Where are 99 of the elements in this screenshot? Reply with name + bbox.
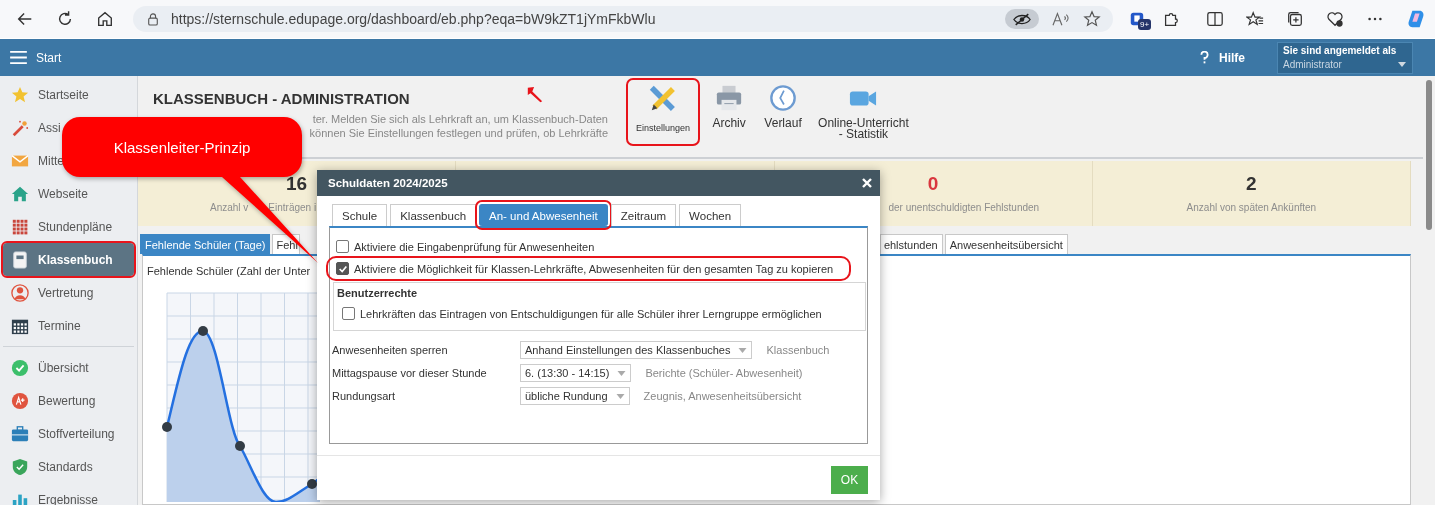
stat-label: Anzahl v	[210, 202, 249, 213]
sidebar-item[interactable]: Klassenbuch	[3, 243, 134, 276]
house-icon	[11, 184, 29, 203]
menu-icon	[10, 51, 27, 64]
notification-badge: 9+	[1138, 19, 1152, 30]
setting-label: Rundungsart	[331, 390, 396, 402]
copilot-icon[interactable]	[1406, 9, 1426, 29]
tab[interactable]: Wochen	[679, 204, 742, 226]
page-title: KLASSENBUCH - ADMINISTRATION	[153, 90, 410, 107]
grid-icon	[11, 217, 29, 236]
sidebar-item[interactable]: Vertretung	[3, 276, 97, 309]
account-dropdown[interactable]: Sie sind angemeldet als Administrator	[1277, 41, 1413, 74]
stat-label: der unentschuldigten Fehlstunden	[888, 202, 1040, 213]
close-icon[interactable]	[862, 178, 872, 188]
dropdown[interactable]: 6. (13:30 - 14:15)	[520, 364, 632, 382]
setting-label: Mittagspause vor dieser Stunde	[331, 367, 488, 379]
stat-label: Anzahl von späten Ankünften	[1186, 202, 1317, 213]
checkbox[interactable]	[336, 240, 349, 253]
toolbar-button[interactable]: Verlauf	[760, 80, 807, 133]
sidebar-item[interactable]: Stoffverteilung	[3, 417, 118, 450]
tab[interactable]: Schule	[332, 204, 388, 226]
data-point	[198, 326, 208, 336]
wand-icon	[11, 118, 29, 137]
account-name: Administrator	[1283, 58, 1342, 70]
option-label: Lehrkräften das Eintragen von Entschuldigungen für alle Schüler ihrer Lerngruppe ermöglichen	[360, 307, 822, 320]
tab[interactable]: Zeitraum	[610, 204, 677, 226]
sidebar-item[interactable]: Bewertung	[3, 384, 99, 417]
checkbox[interactable]	[336, 262, 349, 275]
sidebar-item[interactable]: Standards	[3, 450, 96, 483]
tab[interactable]: ehlstunden	[879, 234, 943, 254]
data-point	[235, 441, 245, 451]
lock-icon	[147, 12, 159, 26]
description-text: ter. Melden Sie sich als Lehrkraft an, um Klassenbuch-Daten	[312, 112, 608, 126]
stat-value: 0	[927, 173, 939, 195]
arrow-icon	[526, 86, 544, 104]
person-icon	[11, 283, 29, 302]
caret-icon	[615, 393, 625, 399]
sidebar-item[interactable]: Assi	[3, 111, 64, 144]
refresh-icon[interactable]	[56, 10, 74, 28]
toolbar-button[interactable]: Online-Unterricht - Statistik	[814, 80, 913, 144]
setting-label: Anwesenheiten sperren	[331, 344, 449, 356]
printer-icon	[715, 84, 744, 112]
dropdown[interactable]: Anhand Einstellungen des Klassenbuches	[520, 341, 753, 359]
check-circle-icon	[11, 358, 29, 377]
help-icon	[1200, 51, 1209, 64]
setting-note: Berichte (Schüler- Abwesenheit)	[645, 367, 803, 379]
option-label: Aktiviere die Möglichkeit für Klassen-Lehrkräfte, Abwesenheiten für den gesamten Tag zu kopieren	[354, 262, 834, 275]
shield-icon	[11, 457, 29, 476]
caret-icon	[1398, 61, 1406, 67]
sidebar-item[interactable]: Stundenpläne	[3, 210, 116, 243]
favorites-icon[interactable]	[1246, 10, 1264, 28]
star-icon[interactable]	[1083, 10, 1101, 28]
help-link[interactable]: Hilfe	[1200, 50, 1245, 65]
account-label: Sie sind angemeldet als	[1283, 44, 1398, 56]
collections-icon[interactable]	[1286, 10, 1304, 28]
checkbox-option[interactable]: Aktiviere die Eingabenprüfung für Anwesenheiten	[330, 238, 601, 255]
clock-icon	[769, 84, 798, 112]
caret-icon	[617, 370, 627, 376]
description-text: können Sie Einstellungen festlegen und prüfen, ob Lehrkräfte	[309, 126, 608, 140]
tab[interactable]: Fehlende Schüler (Tage)	[140, 234, 271, 254]
checkbox-option[interactable]: Lehrkräften das Eintragen von Entschuldigungen für alle Schüler ihrer Lerngruppe ermöglichen	[337, 305, 828, 322]
toolbar-button[interactable]: Archiv	[706, 80, 753, 133]
caret-icon	[738, 347, 748, 353]
option-label: Aktiviere die Eingabenprüfung für Anwesenheiten	[354, 240, 595, 253]
checkbox[interactable]	[342, 307, 355, 320]
sidebar-item[interactable]: Webseite	[3, 177, 91, 210]
callout-text: Klassenleiter-Prinzip	[112, 137, 252, 158]
tab[interactable]: Anwesenheitsübersicht	[944, 234, 1068, 254]
sidebar-item[interactable]: Übersicht	[3, 351, 92, 384]
chart-title: Fehlende Schüler (Zahl der Unter	[147, 265, 311, 277]
menu-button[interactable]: Start	[10, 50, 62, 65]
data-point	[162, 422, 172, 432]
tab[interactable]: Fehl	[272, 234, 300, 254]
toolbar-button[interactable]: Einstellungen	[628, 80, 699, 144]
setting-note: Zeugnis, Anwesenheitsübersicht	[643, 390, 802, 402]
data-point	[307, 479, 317, 489]
back-icon[interactable]	[16, 10, 34, 28]
address-bar[interactable]: https://sternschule.edupage.org/dashboard/eb.php?eqa=bW9kZT1jYmFkbWlu	[133, 6, 1113, 32]
dropdown[interactable]: übliche Rundung	[520, 387, 630, 405]
url-text: https://sternschule.edupage.org/dashboard/eb.php?eqa=bW9kZT1jYmFkbWlu	[171, 11, 656, 27]
hidden-eye-icon[interactable]	[1005, 9, 1039, 29]
stat-value: 2	[1246, 173, 1257, 195]
setting-note: Klassenbuch	[766, 344, 830, 356]
stat-value: 16	[286, 173, 308, 195]
star-icon	[11, 85, 29, 104]
heart-icon[interactable]	[1326, 10, 1344, 28]
dialog-title: Schuldaten 2024/2025	[328, 177, 448, 189]
sidebar-item[interactable]: Startseite	[3, 78, 92, 111]
tab[interactable]: Klassenbuch	[390, 204, 477, 226]
checkbox-option[interactable]: Aktiviere die Möglichkeit für Klassen-Lehrkräfte, Abwesenheiten für den gesamten Tag zu kopieren	[330, 260, 848, 277]
badge-icon	[11, 391, 29, 410]
sidebar-item[interactable]: Termine	[3, 309, 84, 342]
home-icon[interactable]	[96, 10, 114, 28]
section-title: Benutzerrechte	[337, 287, 419, 299]
briefcase-icon	[11, 424, 29, 443]
split-screen-icon[interactable]	[1206, 10, 1224, 28]
read-aloud-icon[interactable]	[1051, 11, 1071, 27]
puzzle-icon[interactable]	[1162, 10, 1180, 28]
notebook-icon	[11, 250, 29, 269]
